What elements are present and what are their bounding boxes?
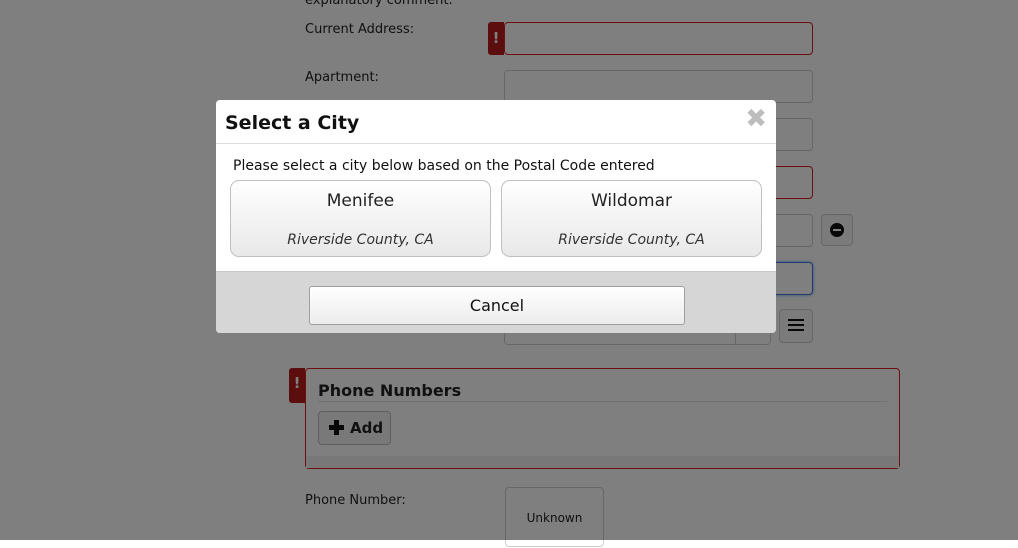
close-icon[interactable]: ✖ [745,104,767,134]
dialog-footer: Cancel [216,271,776,333]
city-name: Wildomar [590,191,673,211]
dialog-message: Please select a city below based on the … [233,158,655,174]
city-option-menifee[interactable]: Menifee Riverside County, CA [230,180,491,257]
city-county: Riverside County, CA [558,232,705,248]
select-city-dialog: Select a City ✖ Please select a city bel… [216,100,776,333]
dialog-title: Select a City [225,112,360,134]
city-county: Riverside County, CA [287,232,434,248]
cancel-button[interactable]: Cancel [309,286,685,325]
city-name: Menifee [326,191,395,211]
city-option-wildomar[interactable]: Wildomar Riverside County, CA [501,180,762,257]
divider [216,143,776,144]
